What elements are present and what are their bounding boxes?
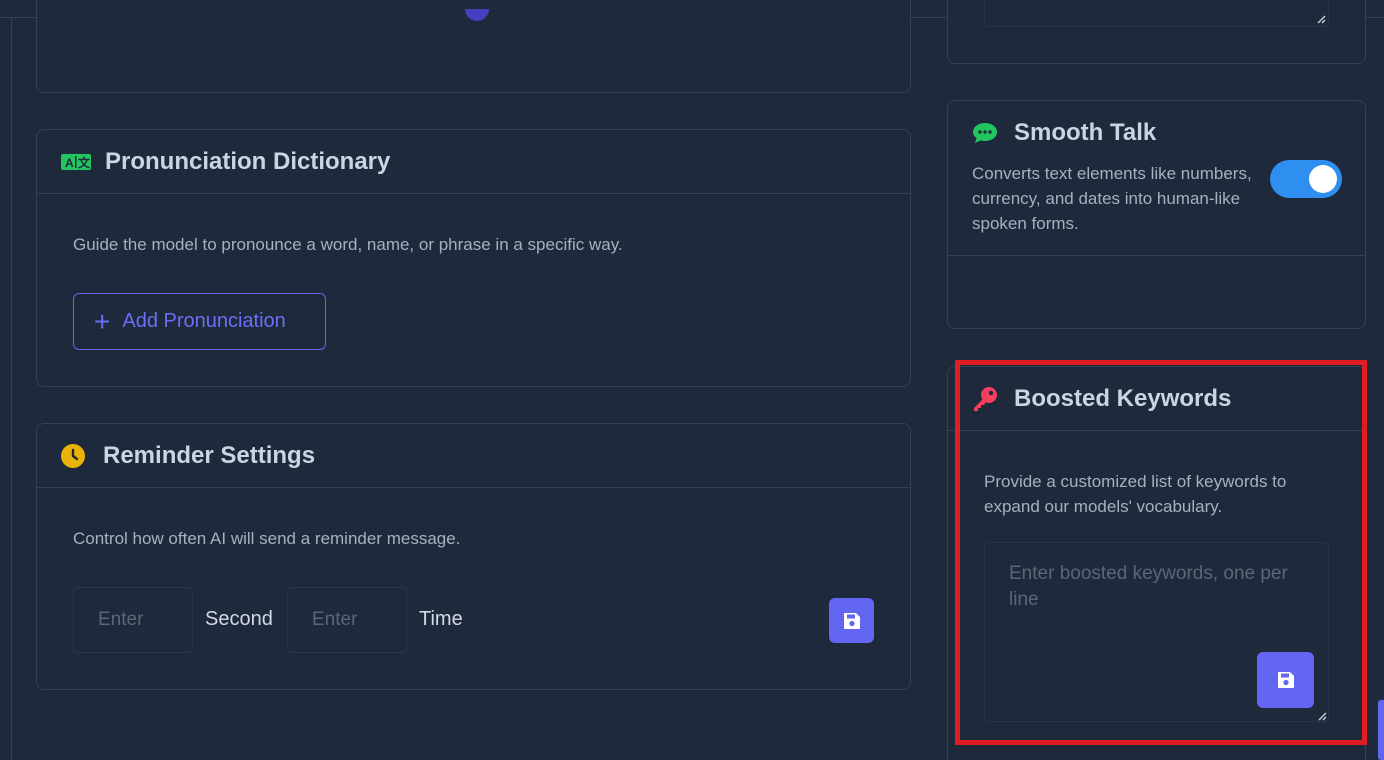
- floppy-disk-icon: [1277, 672, 1294, 688]
- previous-card-right: [947, 0, 1366, 64]
- reminder-description: Control how often AI will send a reminde…: [73, 529, 461, 548]
- add-pronunciation-label: Add Pronunciation: [122, 310, 286, 332]
- left-sidebar-edge: [0, 18, 12, 760]
- boosted-keywords-card: Boosted Keywords Provide a customized li…: [947, 366, 1366, 760]
- clock-icon: [61, 443, 85, 468]
- reminder-title: Reminder Settings: [103, 441, 316, 469]
- add-pronunciation-button[interactable]: + Add Pronunciation: [73, 293, 326, 350]
- pronunciation-description: Guide the model to pronounce a word, nam…: [73, 235, 623, 254]
- svg-text:文: 文: [78, 155, 91, 170]
- reminder-interval-input[interactable]: [73, 587, 193, 653]
- reminder-count-input[interactable]: [287, 587, 407, 653]
- pronunciation-dictionary-card: A 文 Pronunciation Dictionary Guide the m…: [36, 129, 911, 387]
- smooth-talk-divider: [948, 255, 1365, 256]
- toggle-knob: [1309, 165, 1337, 193]
- smooth-talk-header: Smooth Talk: [972, 119, 1156, 147]
- resize-grip-icon[interactable]: [1317, 711, 1327, 721]
- smooth-talk-card: Smooth Talk Converts text elements like …: [947, 100, 1366, 329]
- pronunciation-card-header: A 文 Pronunciation Dictionary: [37, 130, 910, 194]
- pronunciation-title: Pronunciation Dictionary: [105, 147, 391, 175]
- reminder-save-button[interactable]: [829, 598, 874, 643]
- chat-bubble-icon: [973, 123, 997, 143]
- side-panel-tab[interactable]: [1378, 700, 1384, 760]
- smooth-talk-title: Smooth Talk: [1014, 119, 1157, 146]
- reminder-settings-card: Reminder Settings Control how often AI w…: [36, 423, 911, 690]
- plus-icon: +: [94, 305, 111, 337]
- previous-card-left: [36, 0, 911, 93]
- translate-icon: A 文: [61, 153, 91, 170]
- smooth-talk-toggle[interactable]: [1270, 160, 1342, 198]
- reminder-card-header: Reminder Settings: [37, 424, 910, 488]
- floppy-disk-icon: [843, 612, 860, 629]
- key-icon: [974, 386, 997, 411]
- boosted-keywords-header: Boosted Keywords: [948, 367, 1365, 431]
- boosted-keywords-title: Boosted Keywords: [1014, 384, 1232, 412]
- svg-text:A: A: [65, 156, 74, 170]
- reminder-count-unit: Time: [419, 608, 463, 630]
- slider-handle-icon[interactable]: [465, 9, 489, 21]
- reminder-interval-unit: Second: [205, 608, 273, 630]
- boosted-keywords-description: Provide a customized list of keywords to…: [984, 472, 1287, 516]
- resize-grip-icon[interactable]: [1316, 14, 1326, 24]
- smooth-talk-description: Converts text elements like numbers, cur…: [972, 164, 1252, 233]
- previous-textarea[interactable]: [984, 0, 1329, 27]
- boosted-keywords-save-button[interactable]: [1257, 652, 1314, 708]
